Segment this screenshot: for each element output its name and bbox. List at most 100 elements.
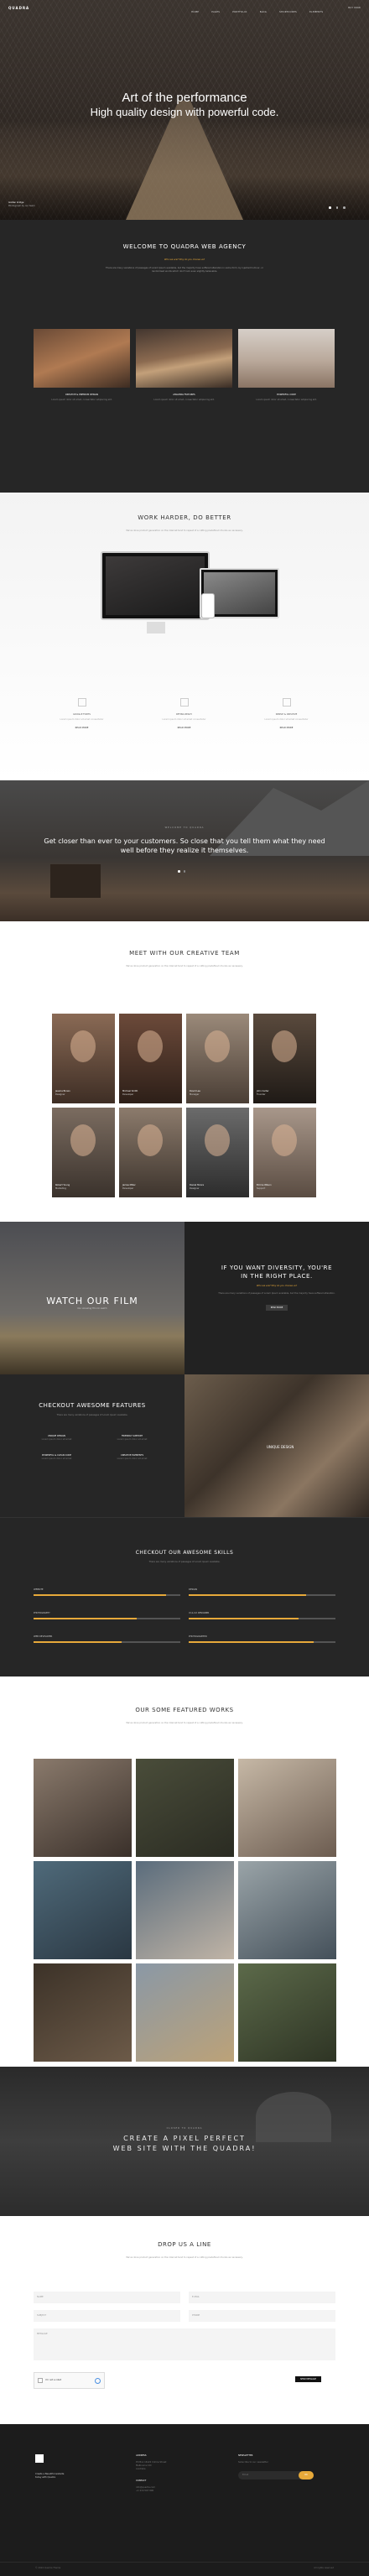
banner-title: CREATE A PIXEL PERFECT WEB SITE WITH THE… bbox=[112, 2135, 257, 2152]
slider-dot[interactable] bbox=[329, 206, 331, 209]
skill-track bbox=[34, 1618, 180, 1619]
send-message-button[interactable]: SEND MESSAGE bbox=[295, 2376, 322, 2382]
hero-section: QUADRA HOME PAGES PORTFOLIO BLOG SHORTCO… bbox=[0, 0, 369, 220]
team-member-photo bbox=[138, 1124, 163, 1156]
team-member-card[interactable]: Daniel Moore Designer bbox=[186, 1108, 249, 1197]
team-member-role: Developer bbox=[122, 1093, 134, 1096]
phone-field[interactable]: PHONE bbox=[189, 2310, 335, 2322]
team-member-card[interactable]: John Carter Founder bbox=[253, 1014, 316, 1103]
team-member-card[interactable]: Michael Smith Developer bbox=[119, 1014, 182, 1103]
portfolio-item[interactable] bbox=[136, 1861, 234, 1959]
email-field[interactable]: E-MAIL bbox=[189, 2292, 335, 2303]
team-member-card[interactable]: James Miller Developer bbox=[119, 1108, 182, 1197]
buy-now-button[interactable]: BUY NOW bbox=[348, 7, 361, 9]
portfolio-item[interactable] bbox=[34, 1759, 132, 1857]
nav-item-portfolio[interactable]: PORTFOLIO bbox=[232, 11, 247, 13]
team-member-photo bbox=[205, 1124, 230, 1156]
team-member-role: Marketing bbox=[55, 1187, 66, 1190]
portfolio-item[interactable] bbox=[34, 1963, 132, 2062]
team-member-photo bbox=[272, 1030, 297, 1062]
welcome-section: WELCOME TO QUADRA WEB AGENCY Who we are?… bbox=[0, 220, 369, 493]
feature-item: UNIQUE DESIGN Lorem ipsum dolor sit amet bbox=[41, 1435, 72, 1441]
creative-icon bbox=[282, 698, 291, 707]
portfolio-item[interactable] bbox=[238, 1861, 336, 1959]
team-member-card[interactable]: Robert Young Marketing bbox=[52, 1108, 115, 1197]
logo[interactable]: QUADRA bbox=[8, 6, 29, 10]
team-member-photo bbox=[205, 1030, 230, 1062]
newsletter-input[interactable]: Email OK bbox=[238, 2471, 314, 2480]
nav-item-shortcodes[interactable]: SHORTCODES bbox=[279, 11, 297, 13]
skill-track bbox=[189, 1618, 335, 1619]
film-subtitle: Our Amazing Film to watch bbox=[77, 1307, 107, 1310]
newsletter-submit-button[interactable]: OK bbox=[299, 2471, 314, 2480]
card-image-bridge bbox=[34, 329, 130, 388]
skill-fill bbox=[34, 1641, 122, 1643]
recaptcha-icon bbox=[95, 2377, 101, 2384]
works-title: OUR SOME FEATURED WORKS bbox=[135, 1707, 234, 1713]
skill-label: WEBSITE bbox=[34, 1588, 44, 1591]
welcome-text: There are many variations of passages of… bbox=[106, 267, 263, 273]
quote-section: WELCOME TO QUADRA Get closer than ever t… bbox=[0, 780, 369, 921]
team-member-card[interactable]: Emma Wilson Support bbox=[253, 1108, 316, 1197]
slider-dot[interactable] bbox=[335, 206, 338, 209]
nav-item-pages[interactable]: PAGES bbox=[211, 11, 220, 13]
skills-title: CHECKOUT OUR AWESOME SKILLS bbox=[135, 1550, 234, 1556]
read-more-button[interactable]: READ MORE bbox=[265, 1305, 288, 1311]
nav-item-elements[interactable]: ELEMENTS bbox=[309, 11, 323, 13]
feature-box: RETINA READY Lorem ipsum dolor sit amet … bbox=[136, 698, 232, 730]
monitor-device bbox=[101, 551, 210, 620]
work-section: WORK HARDER, DO BETTER We've done produc… bbox=[0, 493, 369, 780]
skill-fill bbox=[189, 1641, 314, 1643]
read-more-link[interactable]: READ MORE bbox=[238, 727, 335, 730]
nav-item-blog[interactable]: BLOG bbox=[260, 11, 267, 13]
skill-label: PHOTOGRAPHER bbox=[189, 1635, 207, 1638]
quote-label: WELCOME TO QUADRA bbox=[164, 827, 205, 829]
slider-dot[interactable] bbox=[178, 870, 180, 873]
team-member-role: Designer bbox=[190, 1187, 200, 1190]
portfolio-item[interactable] bbox=[34, 1861, 132, 1959]
skill-track bbox=[34, 1594, 180, 1596]
top-nav: QUADRA HOME PAGES PORTFOLIO BLOG SHORTCO… bbox=[0, 0, 369, 15]
captcha-checkbox[interactable] bbox=[38, 2378, 43, 2383]
work-text: We've done product generation on the int… bbox=[126, 529, 243, 532]
read-more-link[interactable]: READ MORE bbox=[136, 727, 232, 730]
team-member-role: Support bbox=[257, 1187, 266, 1190]
card-title: CREATIVE & PREMIUM DESIGN bbox=[65, 394, 99, 396]
team-member-role: Developer bbox=[122, 1187, 134, 1190]
skill-fill bbox=[189, 1618, 299, 1619]
nav-item-home[interactable]: HOME bbox=[191, 11, 199, 13]
slider-dots bbox=[329, 206, 346, 209]
quote-dots bbox=[178, 870, 185, 873]
slider-dot[interactable] bbox=[183, 870, 185, 873]
team-section: MEET WITH OUR CREATIVE TEAM We've done p… bbox=[0, 921, 369, 1222]
feature-box: SIMPLE & CREATIVE Lorem ipsum dolor sit … bbox=[238, 698, 335, 730]
features-photo-label: UNIQUE DESIGN bbox=[267, 1445, 294, 1449]
feature-item: FRIENDLY SUPPORT Lorem ipsum dolor sit a… bbox=[117, 1435, 148, 1441]
card-text: Lorem ipsum dolor sit amet, consectetur … bbox=[153, 399, 215, 401]
message-field[interactable]: MESSAGE bbox=[34, 2328, 335, 2360]
hero-title: Art of the performance bbox=[122, 91, 247, 105]
slider-dot[interactable] bbox=[343, 206, 346, 209]
team-member-card[interactable]: Jessica Brown Designer bbox=[52, 1014, 115, 1103]
nav-menu: HOME PAGES PORTFOLIO BLOG SHORTCODES ELE… bbox=[183, 0, 323, 16]
team-title: MEET WITH OUR CREATIVE TEAM bbox=[129, 950, 240, 957]
portfolio-item[interactable] bbox=[238, 1759, 336, 1857]
card-text: Lorem ipsum dolor sit amet, consectetur … bbox=[51, 399, 112, 401]
contact-section: DROP US A LINE We've done product genera… bbox=[0, 2216, 369, 2424]
team-member-card[interactable]: David Lee Manager bbox=[186, 1014, 249, 1103]
portfolio-item[interactable] bbox=[238, 1963, 336, 2062]
team-member-role: Manager bbox=[190, 1093, 200, 1096]
subject-field[interactable]: SUBJECT bbox=[34, 2310, 180, 2322]
team-member-photo bbox=[70, 1030, 96, 1062]
portfolio-item[interactable] bbox=[136, 1759, 234, 1857]
skill-bar: PHOTOGRAPHY bbox=[34, 1612, 180, 1619]
portfolio-item[interactable] bbox=[136, 1963, 234, 2062]
footer-logo-icon bbox=[35, 2454, 44, 2463]
name-field[interactable]: NAME bbox=[34, 2292, 180, 2303]
read-more-link[interactable]: READ MORE bbox=[34, 727, 130, 730]
skill-track bbox=[34, 1641, 180, 1643]
footer: Create a Beautiful website today with Qu… bbox=[0, 2424, 369, 2576]
team-member-photo bbox=[138, 1030, 163, 1062]
team-member-role: Founder bbox=[257, 1093, 266, 1096]
font-icon bbox=[77, 698, 86, 707]
